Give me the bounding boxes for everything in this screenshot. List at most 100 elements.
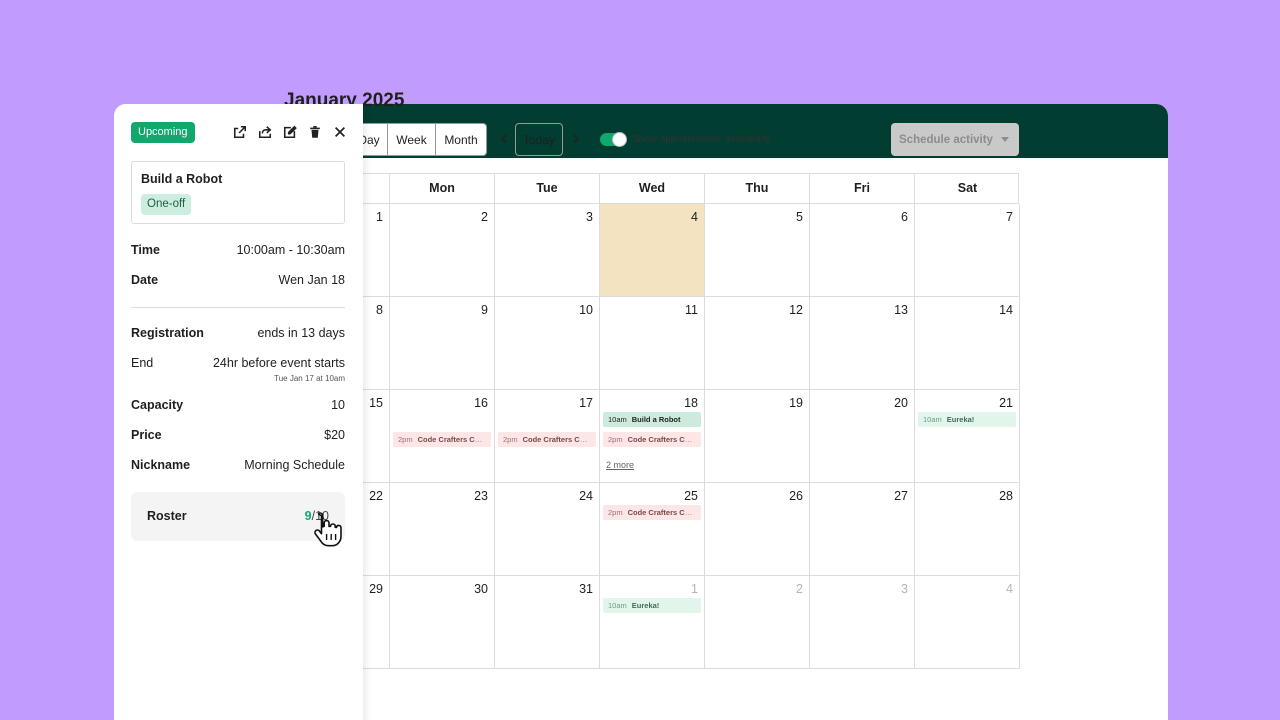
hand-cursor-icon: [314, 512, 342, 547]
today-button[interactable]: Today: [515, 123, 563, 156]
day-cell[interactable]: 19: [705, 390, 810, 483]
view-month-button[interactable]: Month: [436, 124, 486, 155]
nickname-row: Nickname Morning Schedule: [131, 458, 345, 472]
roster-row[interactable]: Roster 9/10: [131, 492, 345, 547]
event-chip[interactable]: 2pm Code Crafters Camp: [498, 432, 596, 447]
event-type-badge: One-off: [141, 194, 192, 215]
registration-label: Registration: [131, 326, 204, 340]
capacity-label: Capacity: [131, 398, 184, 412]
day-cell[interactable]: 10: [495, 297, 600, 390]
day-number: 19: [789, 396, 803, 410]
day-cell[interactable]: 9: [390, 297, 495, 390]
weekday-mon: Mon: [390, 174, 495, 203]
chevron-left-icon[interactable]: [497, 132, 511, 146]
roster-label: Roster: [147, 509, 187, 523]
day-number: 31: [579, 582, 593, 596]
day-cell[interactable]: 20: [810, 390, 915, 483]
day-cell[interactable]: 31: [495, 576, 600, 669]
day-number: 6: [901, 210, 908, 224]
day-cell-next-month[interactable]: 1 10am Eureka!: [600, 576, 705, 669]
day-cell[interactable]: 30: [390, 576, 495, 669]
day-number: 2: [796, 582, 803, 596]
day-cell-today[interactable]: 4: [600, 204, 705, 297]
day-number: 4: [1006, 582, 1013, 596]
day-cell[interactable]: 24: [495, 483, 600, 576]
day-cell[interactable]: 2: [390, 204, 495, 297]
event-title: Build a Robot: [141, 172, 223, 186]
day-cell[interactable]: 25 2pm Code Crafters Camp: [600, 483, 705, 576]
day-number: 5: [796, 210, 803, 224]
chevron-right-icon[interactable]: [569, 132, 583, 146]
delete-icon[interactable]: [306, 123, 324, 141]
event-list: 10am Build a Robot 2pm Code Crafters Camp: [603, 412, 701, 452]
event-chip[interactable]: 2pm Code Crafters Camp: [603, 505, 701, 520]
registration-row: Registration ends in 13 days: [131, 326, 345, 340]
day-cell[interactable]: 7: [915, 204, 1020, 297]
end-note: Tue Jan 17 at 10am: [274, 374, 345, 383]
share-icon[interactable]: [256, 123, 274, 141]
day-cell[interactable]: 5: [705, 204, 810, 297]
day-cell-next-month[interactable]: 3: [810, 576, 915, 669]
day-cell[interactable]: 11: [600, 297, 705, 390]
registration-value: ends in 13 days: [257, 326, 345, 340]
view-week-button[interactable]: Week: [388, 124, 436, 155]
day-number: 2: [481, 210, 488, 224]
event-chip[interactable]: 2pm Code Crafters Camp: [393, 432, 491, 447]
day-cell[interactable]: 18 10am Build a Robot 2pm Code Crafters Ca…: [600, 390, 705, 483]
day-cell[interactable]: 21 10am Eureka!: [915, 390, 1020, 483]
event-list: 2pm Code Crafters Camp: [603, 505, 701, 525]
day-cell[interactable]: 17 2pm Code Crafters Camp: [495, 390, 600, 483]
day-cell[interactable]: 6: [810, 204, 915, 297]
event-list: 2pm Code Crafters Camp: [498, 412, 596, 452]
event-chip[interactable]: 10am Eureka!: [603, 598, 701, 613]
event-details-panel: Upcoming Build a Robot One-off Time 10:0…: [114, 104, 363, 720]
nickname-label: Nickname: [131, 458, 191, 472]
day-cell[interactable]: 3: [495, 204, 600, 297]
time-row: Time 10:00am - 10:30am: [131, 243, 345, 257]
day-number: 29: [369, 582, 383, 596]
event-chip[interactable]: 10am Eureka!: [918, 412, 1016, 427]
weekday-sat: Sat: [957, 181, 978, 195]
more-events-link[interactable]: 2 more: [606, 460, 634, 470]
date-row: Date Wen Jan 18: [131, 273, 345, 287]
weekday-thu: Thu: [705, 174, 810, 203]
open-external-icon[interactable]: [231, 123, 249, 141]
day-number: 13: [894, 303, 908, 317]
day-number: 28: [999, 489, 1013, 503]
day-cell[interactable]: 14: [915, 297, 1020, 390]
day-number: 18: [684, 396, 698, 410]
day-number: 9: [481, 303, 488, 317]
event-chip-selected[interactable]: 10am Build a Robot: [603, 412, 701, 427]
day-cell[interactable]: 16 2pm Code Crafters Camp: [390, 390, 495, 483]
day-cell[interactable]: 26: [705, 483, 810, 576]
calendar-toolbar: Day Week Month Today Show appointments' …: [284, 123, 1019, 156]
day-cell-next-month[interactable]: 4: [915, 576, 1020, 669]
day-number: 27: [894, 489, 908, 503]
edit-icon[interactable]: [281, 123, 299, 141]
status-badge: Upcoming: [131, 122, 195, 143]
day-cell-next-month[interactable]: 2: [705, 576, 810, 669]
schedule-activity-button[interactable]: Schedule activity: [891, 123, 1019, 156]
day-number: 4: [691, 210, 698, 224]
event-chip[interactable]: 2pm Code Crafters Camp: [603, 432, 701, 447]
day-number: 12: [789, 303, 803, 317]
day-number: 14: [999, 303, 1013, 317]
close-icon[interactable]: [331, 123, 349, 141]
day-number: 7: [1006, 210, 1013, 224]
day-cell[interactable]: 13: [810, 297, 915, 390]
capacity-value: 10: [331, 398, 345, 412]
day-cell[interactable]: 12: [705, 297, 810, 390]
event-card: Build a Robot One-off: [131, 161, 345, 224]
day-number: 23: [474, 489, 488, 503]
availability-toggle[interactable]: [600, 132, 627, 147]
day-number: 8: [376, 303, 383, 317]
price-row: Price $20: [131, 428, 345, 442]
day-cell[interactable]: 23: [390, 483, 495, 576]
day-cell[interactable]: 27: [810, 483, 915, 576]
caret-down-icon: [1001, 137, 1009, 142]
day-number: 3: [586, 210, 593, 224]
end-row: End 24hr before event starts: [131, 356, 345, 370]
nickname-value: Morning Schedule: [244, 458, 345, 472]
availability-toggle-label: Show appointments' availability: [632, 134, 771, 145]
day-cell[interactable]: 28: [915, 483, 1020, 576]
